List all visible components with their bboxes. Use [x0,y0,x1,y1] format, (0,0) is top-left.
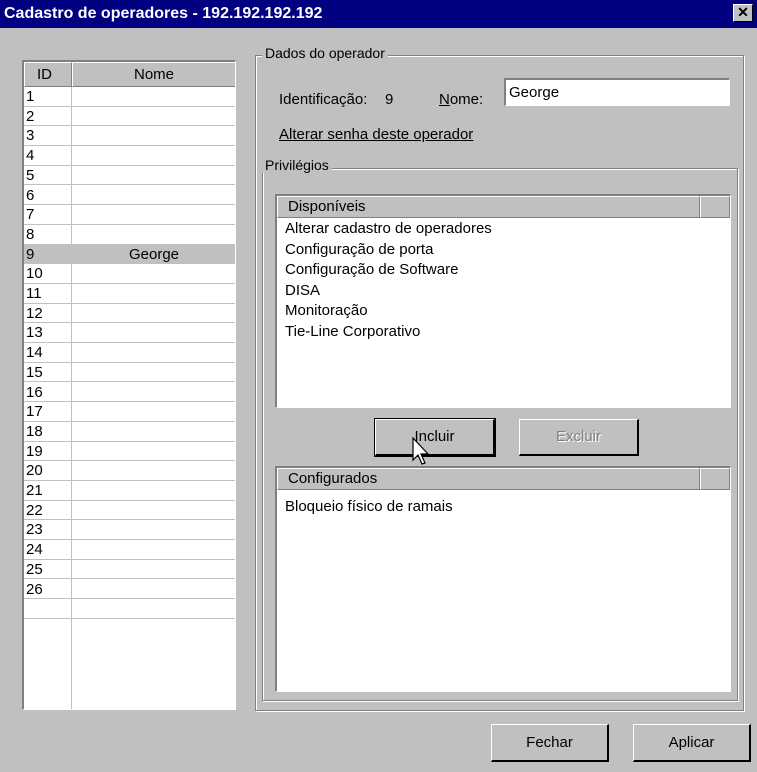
table-row[interactable]: 23 [24,520,235,541]
name-label-rest: ome: [449,91,484,108]
available-column-filler [700,196,730,218]
operator-registration-window: Cadastro de operadores - 192.192.192.192… [0,0,757,772]
table-row[interactable]: 20 [24,461,235,481]
row-id: 10 [26,265,43,283]
table-row[interactable]: 17 [24,402,235,422]
table-row[interactable]: 5 [24,166,235,186]
include-button[interactable]: Incluir [374,418,496,457]
row-id: 25 [26,560,43,578]
table-row[interactable] [24,599,235,619]
row-id: 17 [26,403,43,421]
table-row[interactable]: 22 [24,501,235,521]
table-row[interactable]: 13 [24,323,235,344]
available-column-header[interactable]: Disponíveis [277,196,700,218]
table-row[interactable]: 12 [24,304,235,324]
table-row[interactable]: 19 [24,442,235,462]
list-item[interactable]: Monitoração [285,302,368,319]
row-id: 22 [26,501,43,519]
row-id: 5 [26,166,35,184]
table-row[interactable]: 6 [24,186,235,206]
row-id: 18 [26,422,43,440]
privileges-group-label: Privilégios [262,157,332,173]
table-row[interactable]: 16 [24,383,235,403]
row-id: 19 [26,442,43,460]
row-id: 9 [26,245,35,263]
row-id: 4 [26,147,35,165]
row-id: 16 [26,383,43,401]
row-id: 12 [26,304,43,322]
row-id: 15 [26,363,43,381]
row-id: 7 [26,206,35,224]
table-row[interactable]: 26 [24,580,235,600]
row-id: 8 [26,225,35,243]
operator-table-header: ID Nome [24,62,235,87]
table-row[interactable]: 3 [24,126,235,147]
table-row[interactable]: 25 [24,560,235,580]
row-id: 20 [26,462,43,480]
row-id: 6 [26,186,35,204]
table-row[interactable]: 8 [24,225,235,245]
row-id: 26 [26,580,43,598]
change-password-link[interactable]: Alterar senha deste operador [279,126,473,143]
list-item[interactable]: Tie-Line Corporativo [285,323,420,340]
close-icon[interactable]: ✕ [733,4,753,22]
list-item[interactable]: Alterar cadastro de operadores [285,220,492,237]
row-id: 21 [26,482,43,499]
list-item[interactable]: Configuração de porta [285,241,433,258]
table-row[interactable]: 14 [24,343,235,363]
window-title: Cadastro de operadores - 192.192.192.192 [4,5,323,22]
list-item[interactable]: Configuração de Software [285,261,458,278]
close-button[interactable]: Fechar [491,724,609,762]
table-row[interactable]: 11 [24,284,235,304]
row-id: 14 [26,344,43,362]
configured-privileges-list[interactable]: Configurados Bloqueio físico de ramais [275,466,731,692]
table-row[interactable]: 15 [24,363,235,383]
table-row[interactable]: 18 [24,422,235,442]
operator-table[interactable]: ID Nome 1 2 3 4 5 6 7 8 9 George 10 11 12 13 14 15 16 17 1… [22,60,236,710]
column-header-nome[interactable]: Nome [72,62,235,87]
name-label-mnemonic: N [439,91,450,108]
row-id: 11 [26,285,42,302]
row-id: 24 [26,541,43,559]
column-header-id[interactable]: ID [24,62,72,87]
available-privileges-list[interactable]: Disponíveis Alterar cadastro de operador… [275,194,731,408]
name-label: Nome: [439,91,483,108]
exclude-button[interactable]: Excluir [519,419,639,456]
name-input[interactable] [504,78,730,106]
row-id: 2 [26,107,35,125]
row-id: 23 [26,521,43,539]
table-row[interactable]: 21 [24,481,235,501]
row-id: 3 [26,127,35,145]
row-nome: George [128,245,180,263]
configured-column-filler [700,468,730,490]
table-row[interactable]: 7 [24,205,235,225]
list-item[interactable]: DISA [285,282,320,299]
apply-button-label: Aplicar [668,734,715,751]
apply-button[interactable]: Aplicar [633,724,751,762]
table-row[interactable]: 2 [24,107,235,127]
identification-label: Identificação: [279,91,368,108]
table-row[interactable]: 10 [24,264,235,284]
operator-data-group-label: Dados do operador [262,45,388,61]
mouse-pointer-icon [412,437,430,465]
configured-column-header[interactable]: Configurados [277,468,700,490]
table-row[interactable]: 4 [24,146,235,166]
table-row[interactable]: 24 [24,540,235,560]
title-bar: Cadastro de operadores - 192.192.192.192… [0,0,757,28]
close-button-label: Fechar [526,734,573,751]
table-row[interactable]: 9 George [24,244,235,265]
row-id: 13 [26,324,43,342]
row-id: 1 [26,88,35,105]
table-row[interactable]: 1 [24,87,235,107]
list-item[interactable]: Bloqueio físico de ramais [285,498,453,515]
exclude-button-label: Excluir [555,428,601,445]
identification-value: 9 [385,91,394,108]
